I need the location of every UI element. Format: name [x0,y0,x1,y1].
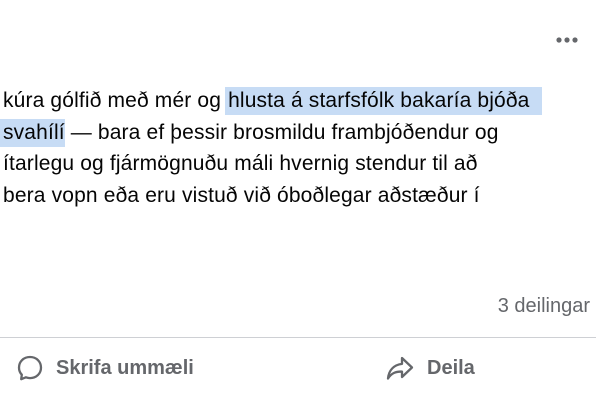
post-text-line: svahílí — bara ef þessir brosmildu framb… [0,117,600,149]
share-button-label: Deila [427,356,475,379]
share-arrow-icon [386,356,414,380]
share-button[interactable]: Deila [385,349,475,387]
more-options-button[interactable] [552,30,582,50]
share-count[interactable]: 3 deilingar [498,293,590,319]
post-text-segment: ítarlegu og fjármögnuðu máli hvernig ste… [3,152,478,175]
more-horizontal-icon [556,37,578,43]
selected-text[interactable]: svahílí [0,118,65,147]
post-text-line: bera vopn eða eru vistuð við óboðlegar a… [3,180,600,212]
post-text-segment: kúra gólfið með mér og [3,89,228,112]
post-text-segment: — bara ef þessir brosmildu frambjóðendur… [64,120,499,144]
selected-text[interactable]: hlusta á starfsfólk bakaría bjóða [225,87,542,115]
post-text: kúra gólfið með mér og hlusta á starfsfó… [0,85,600,212]
post-text-line: kúra gólfið með mér og hlusta á starfsfó… [3,85,600,117]
comment-button[interactable]: Skrifa ummæli [16,349,194,387]
post-text-line: ítarlegu og fjármögnuðu máli hvernig ste… [3,148,600,180]
divider [0,337,596,338]
comment-bubble-icon [17,355,43,381]
comment-button-label: Skrifa ummæli [56,356,194,379]
post-text-segment: bera vopn eða eru vistuð við óboðlegar a… [3,183,480,207]
